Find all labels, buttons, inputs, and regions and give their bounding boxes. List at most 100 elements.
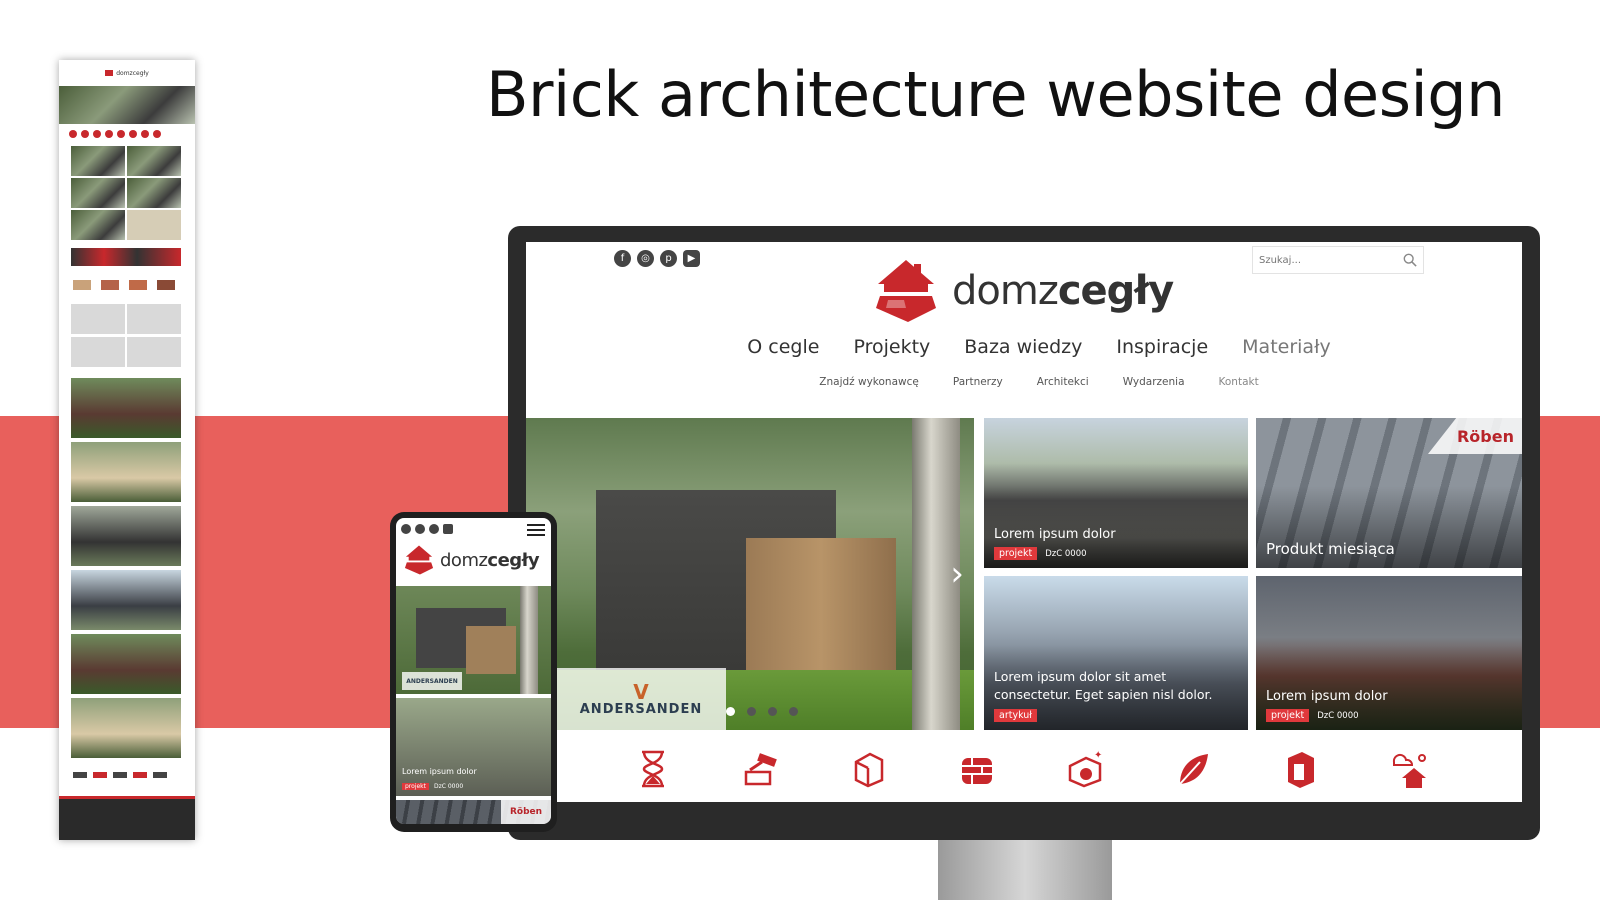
mobile-tile-title: Lorem ipsum dolor [402,767,477,776]
preview-project [71,698,181,758]
preview-card [71,178,125,208]
tile-tag[interactable]: projekt [994,547,1038,560]
full-page-preview: domzcegły [59,60,195,840]
brick-house-icon [876,260,936,322]
preview-icon-row [69,130,185,140]
preview-partner-logos [73,772,181,782]
preview-placeholder [127,304,181,334]
social-links: f ◎ p ▶ [614,250,700,267]
preview-header: domzcegły [59,60,195,86]
mobile-logo-wordmark: domzcegły [440,549,540,571]
slider-dots [726,707,798,716]
preview-logo-text: domzcegły [116,69,149,77]
search-icon[interactable] [1403,253,1417,267]
slider-dot[interactable] [789,707,798,716]
mobile-social-links [401,524,453,534]
pinterest-icon[interactable] [429,524,439,534]
brick-box-icon[interactable] [848,748,890,790]
preview-video-strip [71,248,181,266]
tile-title: Lorem ipsum dolor [1266,689,1388,704]
preview-project [71,634,181,694]
tile-code: DzC 0000 [1045,548,1087,559]
preview-hero [59,86,195,124]
weather-house-icon[interactable] [1388,748,1430,790]
brick-house-icon [404,545,434,575]
preview-project [71,570,181,630]
nav-item-inspiracje[interactable]: Inspiracje [1116,336,1208,358]
tile-meta: artykuł [994,709,1038,722]
nav-item-o-cegle[interactable]: O cegle [747,336,819,358]
mobile-logo[interactable]: domzcegły [404,544,540,576]
preview-project [71,442,181,502]
preview-card [71,146,125,176]
feature-icon-row: ✦ [526,748,1522,790]
project-tile[interactable]: Lorem ipsum dolor projekt DzC 0000 [1256,576,1522,730]
subnav-item-kontakt[interactable]: Kontakt [1219,376,1259,388]
facebook-icon[interactable] [401,524,411,534]
subnav-item-wydarzenia[interactable]: Wydarzenia [1123,376,1185,388]
tile-title-line2: consectetur. Eget sapien nisl dolor. [994,687,1213,702]
instagram-icon[interactable]: ◎ [637,250,654,267]
slider-dot[interactable] [726,707,735,716]
subnav-item-partnerzy[interactable]: Partnerzy [953,376,1003,388]
brick-wall-icon[interactable] [956,748,998,790]
subnav-item-architekci[interactable]: Architekci [1037,376,1089,388]
tile-tag[interactable]: artykuł [994,709,1038,722]
preview-footer [59,796,195,840]
tile-title: Produkt miesiąca [1266,540,1395,558]
pinterest-icon[interactable]: p [660,250,677,267]
leaf-icon[interactable] [1172,748,1214,790]
project-tile[interactable]: Lorem ipsum dolor projekt DzC 0000 [984,418,1248,568]
preview-card [71,210,125,240]
instagram-icon[interactable] [415,524,425,534]
chevron-right-icon[interactable]: › [950,554,964,594]
youtube-icon[interactable] [443,524,453,534]
search-field[interactable] [1252,246,1424,274]
hourglass-icon[interactable] [632,748,674,790]
article-tile[interactable]: Lorem ipsum dolor sit amet consectetur. … [984,576,1248,730]
hero-slider[interactable]: V ANDERSANDEN › [526,418,974,730]
facebook-icon[interactable]: f [614,250,631,267]
mobile-partner-logo-roben: Röben [501,800,551,824]
partner-logo-text: ANDERSANDEN [579,701,703,717]
preview-placeholder [71,304,125,334]
search-input[interactable] [1259,254,1389,266]
product-of-month-tile[interactable]: Röben Produkt miesiąca [1256,418,1522,568]
preview-placeholder [127,337,181,367]
hamburger-menu-icon[interactable] [527,524,545,536]
slider-dot[interactable] [768,707,777,716]
nav-item-baza-wiedzy[interactable]: Baza wiedzy [964,336,1082,358]
mobile-tile-code: DzC 0000 [434,783,464,790]
slider-dot[interactable] [747,707,756,716]
mobile-hero-trunk [520,586,538,694]
mobile-hero-partner: ANDERSANDEN [402,672,462,690]
logo-wordmark: domzcegły [952,268,1174,314]
monitor-stand [938,840,1112,900]
brick-corner-icon[interactable] [1280,748,1322,790]
tile-title-line1: Lorem ipsum dolor sit amet [994,669,1167,684]
brick-certified-icon[interactable]: ✦ [1064,748,1106,790]
youtube-icon[interactable]: ▶ [683,250,700,267]
svg-text:✦: ✦ [1094,750,1102,761]
preview-logo-icon [105,70,114,76]
nav-item-materialy[interactable]: Materiały [1242,336,1331,358]
secondary-navigation: Znajdź wykonawcę Partnerzy Architekci Wy… [526,376,1522,388]
preview-card [127,178,181,208]
hammer-brick-icon[interactable] [740,748,782,790]
tile-meta: projekt DzC 0000 [994,547,1087,560]
preview-placeholder [71,337,125,367]
mobile-tile-tag[interactable]: projekt [402,783,429,790]
mobile-hero[interactable]: ANDERSANDEN [396,586,551,694]
mobile-screen: domzcegły ANDERSANDEN Lorem ipsum dolor … [396,518,551,824]
mobile-project-tile[interactable]: Lorem ipsum dolor projekt DzC 0000 [396,698,551,796]
preview-card [127,146,181,176]
tile-code: DzC 0000 [1317,710,1359,721]
hero-wood-facade [746,538,896,688]
hero-partner-logo: V ANDERSANDEN [556,668,726,730]
nav-item-projekty[interactable]: Projekty [853,336,930,358]
main-navigation: O cegle Projekty Baza wiedzy Inspiracje … [526,336,1522,358]
subnav-item-znajdz-wykonawce[interactable]: Znajdź wykonawcę [819,376,919,388]
tile-tag[interactable]: projekt [1266,709,1310,722]
tile-meta: projekt DzC 0000 [1266,709,1359,722]
site-logo[interactable]: domzcegły [874,258,1174,324]
